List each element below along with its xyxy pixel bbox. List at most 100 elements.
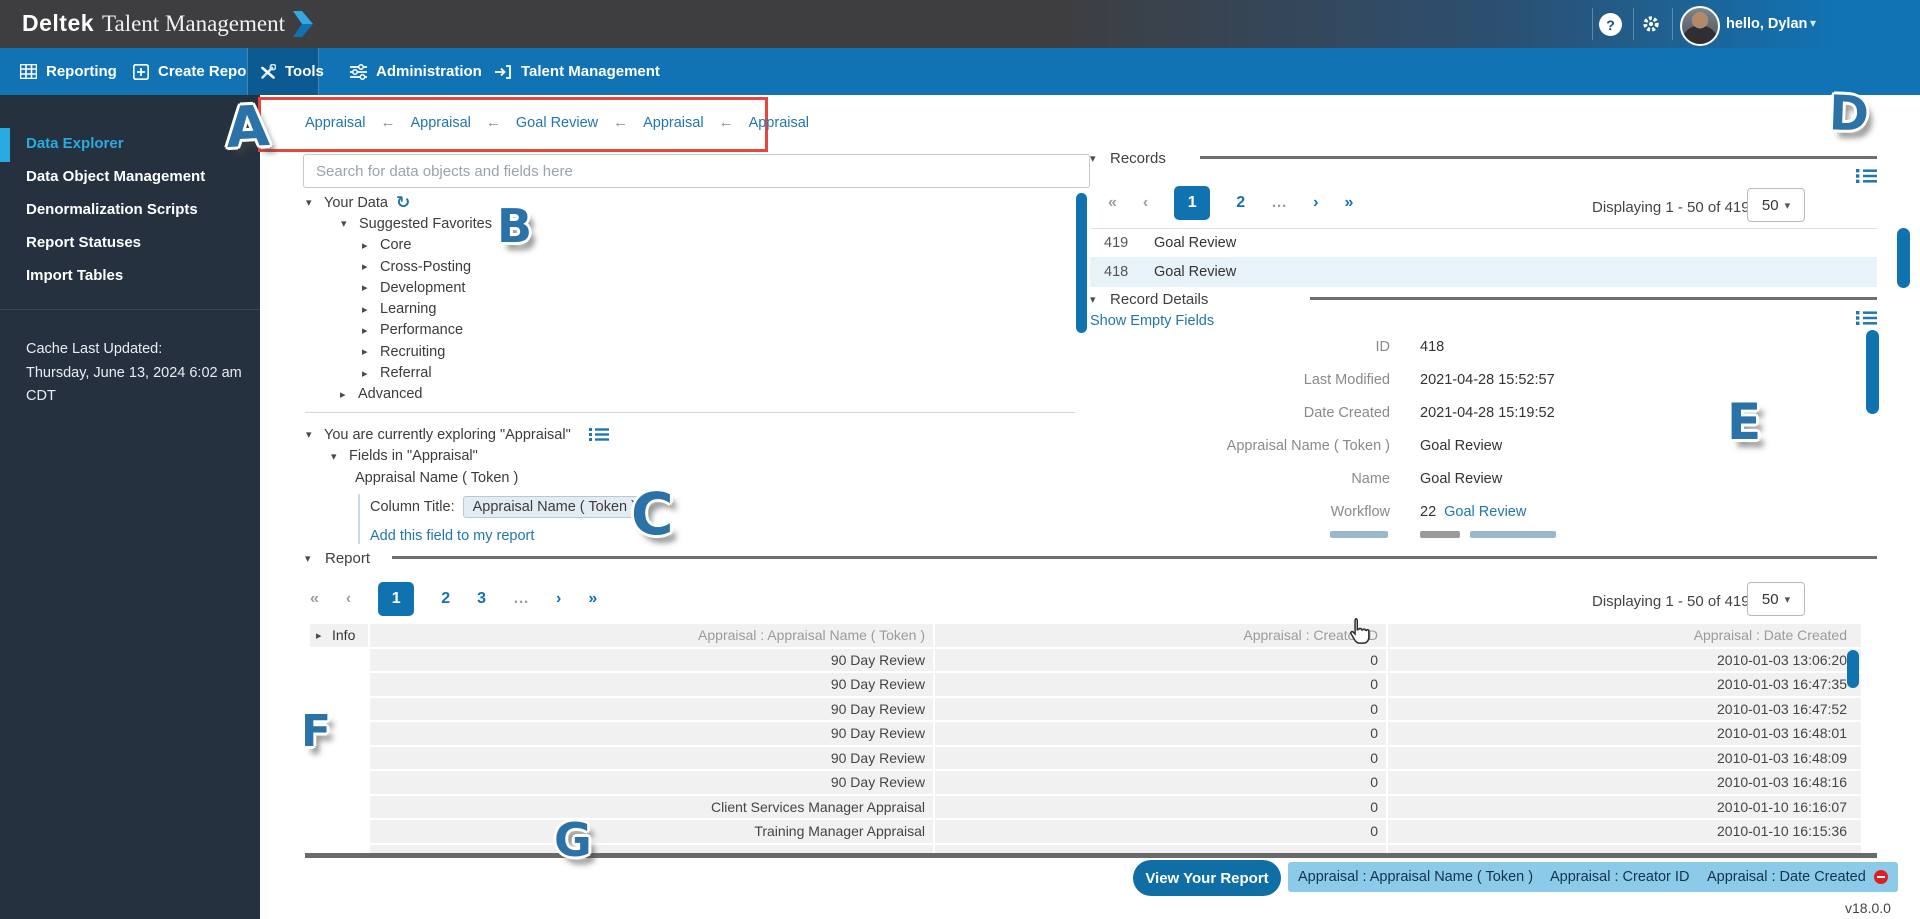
list-icon[interactable] [589, 427, 609, 442]
sidebar-item-denormalization-scripts[interactable]: Denormalization Scripts [26, 199, 246, 221]
next-page-button[interactable]: › [556, 590, 561, 608]
sidebar-item-data-object-management[interactable]: Data Object Management [26, 166, 246, 188]
caret-down-icon[interactable]: ▾ [1090, 152, 1100, 165]
report-field-chip-appraisal-name[interactable]: Appraisal : Appraisal Name ( Token ) [1288, 862, 1565, 892]
breadcrumb-item[interactable]: Goal Review [516, 115, 598, 131]
sidebar-item-report-statuses[interactable]: Report Statuses [26, 232, 246, 254]
table-cell: 0 [935, 722, 1386, 745]
table-cell: 90 Day Review [370, 673, 933, 696]
page-button-current[interactable]: 1 [1174, 186, 1210, 220]
caret-down-icon[interactable]: ▾ [1090, 293, 1100, 306]
caret-right-icon[interactable]: ▸ [316, 629, 326, 642]
add-field-link[interactable]: Add this field to my report [370, 528, 534, 544]
first-page-button[interactable]: « [1108, 194, 1117, 212]
page-button[interactable]: 2 [441, 590, 450, 608]
nav-label: Talent Management [521, 63, 660, 80]
breadcrumb-item[interactable]: Appraisal [643, 115, 703, 131]
page-button[interactable]: 3 [477, 590, 486, 608]
page-button[interactable]: 2 [1236, 194, 1245, 212]
breadcrumb-item[interactable]: Appraisal [749, 115, 809, 131]
tree-item-referral[interactable]: ▸ Referral [303, 362, 1083, 383]
nav-tab-administration[interactable]: Administration [338, 48, 494, 95]
tree-item-advanced[interactable]: ▸ Advanced [303, 384, 1083, 405]
record-list-item[interactable]: 419 Goal Review [1090, 229, 1877, 257]
tree-item-core[interactable]: ▸ Core [303, 235, 1083, 256]
back-arrow-icon: ← [613, 114, 628, 131]
table-cell: 90 Day Review [370, 771, 933, 794]
table-cell: 2010-01-03 16:48:01 [1388, 722, 1861, 745]
records-page-size-select[interactable]: 50 ▾ [1747, 188, 1805, 222]
report-field-chip-creator-id[interactable]: Appraisal : Creator ID [1540, 862, 1721, 892]
caret-right-icon[interactable]: ▸ [362, 260, 372, 273]
settings-gear-icon[interactable] [1641, 14, 1661, 39]
record-details-header[interactable]: ▾ Record Details [1090, 291, 1208, 308]
page-button-current[interactable]: 1 [378, 582, 414, 616]
caret-down-icon[interactable]: ▾ [306, 428, 316, 441]
report-page-size-select[interactable]: 50 ▾ [1747, 582, 1805, 616]
caret-right-icon[interactable]: ▸ [362, 239, 372, 252]
user-avatar[interactable] [1680, 6, 1720, 46]
tree-item-recruiting[interactable]: ▸ Recruiting [303, 341, 1083, 362]
numbered-list-icon[interactable] [1856, 168, 1877, 189]
help-icon[interactable]: ? [1599, 13, 1622, 36]
caret-right-icon[interactable]: ▸ [362, 303, 372, 316]
report-section-header[interactable]: ▾ Report [305, 550, 370, 567]
exploring-header[interactable]: ▾ You are currently exploring "Appraisal… [303, 424, 1083, 446]
caret-down-icon[interactable]: ▾ [305, 552, 315, 565]
view-your-report-button[interactable]: View Your Report [1133, 860, 1281, 896]
user-greeting[interactable]: hello, Dylan [1726, 16, 1807, 32]
column-header-creator-id[interactable]: Appraisal : Creator ID [935, 624, 1386, 647]
sidebar-item-data-explorer[interactable]: Data Explorer [26, 133, 246, 155]
tree-label: Advanced [358, 386, 423, 402]
bullet-list-icon[interactable] [1856, 310, 1877, 331]
caret-down-icon[interactable]: ▾ [341, 217, 351, 230]
record-list-item-selected[interactable]: 418 Goal Review [1090, 257, 1877, 287]
next-page-button[interactable]: › [1313, 194, 1318, 212]
caret-down-icon[interactable]: ▾ [306, 196, 316, 209]
left-panel-scrollbar[interactable] [1076, 193, 1087, 333]
column-title-value[interactable]: Appraisal Name ( Token ) [463, 496, 646, 518]
report-table-scrollbar[interactable] [1847, 650, 1859, 688]
tree-item-suggested-favorites[interactable]: ▾ Suggested Favorites [303, 213, 1083, 234]
tree-item-learning[interactable]: ▸ Learning [303, 298, 1083, 319]
prev-page-button[interactable]: ‹ [346, 590, 351, 608]
caret-right-icon[interactable]: ▸ [340, 388, 350, 401]
records-list-scrollbar[interactable] [1897, 228, 1910, 288]
tree-item-your-data[interactable]: ▾ Your Data ↻ [303, 192, 1083, 213]
column-header-date-created[interactable]: Appraisal : Date Created [1388, 624, 1861, 647]
breadcrumb-item[interactable]: Appraisal [410, 115, 470, 131]
report-field-chip-date-created[interactable]: Appraisal : Date Created [1697, 862, 1898, 892]
records-section-header[interactable]: ▾ Records [1090, 150, 1166, 167]
show-empty-fields-link[interactable]: Show Empty Fields [1090, 313, 1214, 329]
nav-tab-talent-management[interactable]: Talent Management [483, 48, 672, 95]
user-menu-caret-icon[interactable]: ▾ [1810, 16, 1816, 30]
tree-item-cross-posting[interactable]: ▸ Cross-Posting [303, 256, 1083, 277]
workflow-value-link[interactable]: Goal Review [1444, 504, 1526, 520]
caret-right-icon[interactable]: ▸ [362, 324, 372, 337]
prev-page-button[interactable]: ‹ [1143, 194, 1148, 212]
nav-tab-reporting[interactable]: Reporting [8, 48, 129, 95]
tree-item-performance[interactable]: ▸ Performance [303, 320, 1083, 341]
fields-in-header[interactable]: ▾ Fields in "Appraisal" [303, 446, 1083, 468]
search-input[interactable] [303, 154, 1090, 188]
nav-tab-tools[interactable]: Tools [247, 48, 319, 95]
sidebar-item-import-tables[interactable]: Import Tables [26, 265, 246, 287]
report-pagination: « ‹ 1 2 3 … › » [310, 582, 597, 616]
caret-right-icon[interactable]: ▸ [362, 367, 372, 380]
refresh-icon[interactable]: ↻ [396, 196, 410, 210]
record-details-scrollbar[interactable] [1866, 330, 1879, 414]
last-page-button[interactable]: » [1344, 194, 1353, 212]
field-item[interactable]: Appraisal Name ( Token ) [303, 467, 1083, 489]
workflow-label-link[interactable]: Workflow [1090, 504, 1390, 520]
column-header-appraisal-name[interactable]: Appraisal : Appraisal Name ( Token ) [370, 624, 933, 647]
last-page-button[interactable]: » [588, 590, 597, 608]
remove-field-icon[interactable] [1874, 870, 1888, 884]
caret-down-icon[interactable]: ▾ [331, 450, 341, 463]
caret-right-icon[interactable]: ▸ [362, 345, 372, 358]
tree-item-development[interactable]: ▸ Development [303, 277, 1083, 298]
first-page-button[interactable]: « [310, 590, 319, 608]
info-column-header[interactable]: ▸ Info [310, 624, 368, 647]
detail-label: Last Modified [1090, 372, 1390, 388]
caret-right-icon[interactable]: ▸ [362, 281, 372, 294]
breadcrumb-item[interactable]: Appraisal [305, 115, 365, 131]
